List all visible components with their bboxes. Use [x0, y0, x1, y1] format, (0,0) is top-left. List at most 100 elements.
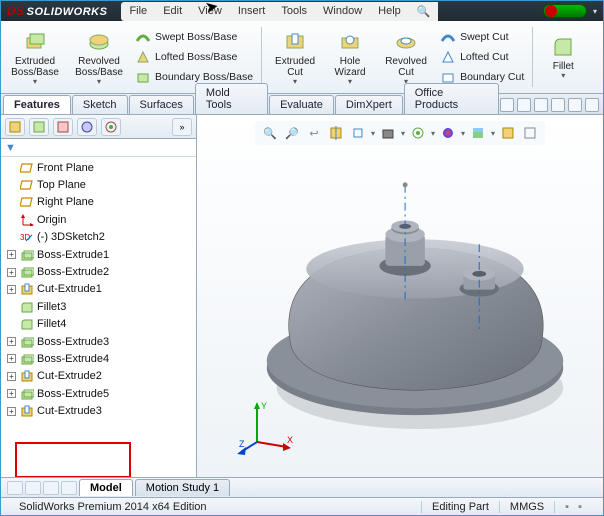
- section-view-icon[interactable]: [327, 124, 345, 142]
- tree-node[interactable]: +Boss-Extrude3: [3, 333, 196, 350]
- viewport-button[interactable]: [517, 98, 531, 112]
- expand-icon[interactable]: +: [7, 389, 16, 398]
- expand-icon[interactable]: +: [7, 337, 16, 346]
- feature-tree[interactable]: Front PlaneTop Plane Right Plane Origin3D(…: [1, 157, 196, 477]
- menu-file[interactable]: File: [121, 2, 155, 21]
- tree-node[interactable]: Top Plane: [3, 176, 196, 193]
- chevron-down-icon[interactable]: ▾: [371, 129, 375, 138]
- hole-wizard-button[interactable]: Hole Wizard ▾: [326, 23, 374, 91]
- expand-icon[interactable]: +: [7, 268, 16, 277]
- maximize-button[interactable]: [568, 98, 582, 112]
- close-button[interactable]: [585, 98, 599, 112]
- zoom-fit-icon[interactable]: 🔍: [261, 124, 279, 142]
- fm-filter-bar[interactable]: ▼: [1, 139, 196, 157]
- quick-access-dropdown-icon[interactable]: ▾: [593, 7, 597, 16]
- chevron-down-icon[interactable]: ▾: [561, 71, 565, 80]
- tab-nav-prev[interactable]: [25, 481, 41, 495]
- menu-insert[interactable]: Insert: [230, 2, 274, 21]
- tab-mold-tools[interactable]: Mold Tools: [195, 83, 268, 114]
- chevron-down-icon[interactable]: ▾: [401, 129, 405, 138]
- svg-text:X: X: [287, 435, 293, 445]
- quick-access-pill[interactable]: [543, 4, 587, 18]
- expand-icon[interactable]: +: [7, 354, 16, 363]
- tree-node[interactable]: +Boss-Extrude5: [3, 385, 196, 402]
- view-settings-icon[interactable]: [499, 124, 517, 142]
- expand-icon[interactable]: +: [7, 285, 16, 294]
- menu-help[interactable]: Help: [370, 2, 409, 21]
- menu-edit[interactable]: Edit: [155, 2, 190, 21]
- fm-tab-display[interactable]: [101, 118, 121, 136]
- tree-node[interactable]: +Boss-Extrude1: [3, 246, 196, 263]
- viewport-button[interactable]: [534, 98, 548, 112]
- menu-view[interactable]: View: [190, 2, 230, 21]
- extruded-cut-button[interactable]: Extruded Cut ▾: [268, 23, 322, 91]
- view-triad[interactable]: Y X Z: [237, 397, 297, 457]
- chevron-down-icon[interactable]: ▾: [491, 129, 495, 138]
- tab-surfaces[interactable]: Surfaces: [129, 95, 194, 114]
- chevron-down-icon[interactable]: ▾: [97, 77, 101, 86]
- tree-node[interactable]: +Cut-Extrude1: [3, 281, 196, 298]
- tree-node[interactable]: +Cut-Extrude2: [3, 368, 196, 385]
- tab-dimxpert[interactable]: DimXpert: [335, 95, 403, 114]
- tree-node[interactable]: Right Plane: [3, 194, 196, 211]
- fm-tab-tree[interactable]: [5, 118, 25, 136]
- tab-nav-next[interactable]: [43, 481, 59, 495]
- tree-node[interactable]: +Boss-Extrude4: [3, 350, 196, 367]
- tab-nav-last[interactable]: [61, 481, 77, 495]
- revolved-cut-button[interactable]: Revolved Cut ▾: [378, 23, 434, 91]
- tree-node[interactable]: Front Plane: [3, 159, 196, 176]
- prev-view-icon[interactable]: ↩: [305, 124, 323, 142]
- fm-tab-dimxpert[interactable]: [77, 118, 97, 136]
- tab-nav-first[interactable]: [7, 481, 23, 495]
- menu-window[interactable]: Window: [315, 2, 370, 21]
- lofted-boss-button[interactable]: Lofted Boss/Base: [133, 48, 255, 66]
- tree-node[interactable]: 3D(-) 3DSketch2: [3, 229, 196, 246]
- chevron-down-icon[interactable]: ▾: [293, 77, 297, 86]
- tab-motion-study[interactable]: Motion Study 1: [135, 479, 230, 496]
- fm-tab-property[interactable]: [29, 118, 49, 136]
- tab-model[interactable]: Model: [79, 479, 133, 496]
- chevron-down-icon[interactable]: ▾: [431, 129, 435, 138]
- graphics-viewport[interactable]: 🔍 🔎 ↩ ▾ ▾ ▾ ▾ ▾: [197, 115, 603, 477]
- command-tabs: Features Sketch Surfaces Mold Tools Eval…: [1, 94, 603, 115]
- tree-node[interactable]: Origin: [3, 211, 196, 228]
- scene-icon[interactable]: [469, 124, 487, 142]
- view-toolbar: 🔍 🔎 ↩ ▾ ▾ ▾ ▾ ▾: [255, 121, 545, 145]
- fillet-button[interactable]: Fillet ▾: [539, 23, 587, 91]
- status-mode: Editing Part: [421, 501, 499, 513]
- lofted-cut-button[interactable]: Lofted Cut: [438, 48, 526, 66]
- status-units[interactable]: MMGS: [499, 501, 554, 513]
- chevron-down-icon[interactable]: ▾: [33, 77, 37, 86]
- view-settings-icon[interactable]: [521, 124, 539, 142]
- display-style-icon[interactable]: [379, 124, 397, 142]
- tree-node[interactable]: Fillet3: [3, 298, 196, 315]
- expand-icon[interactable]: +: [7, 250, 16, 259]
- appearance-icon[interactable]: [439, 124, 457, 142]
- zoom-area-icon[interactable]: 🔎: [283, 124, 301, 142]
- menu-search-icon[interactable]: 🔍: [409, 2, 439, 21]
- minimize-button[interactable]: [551, 98, 565, 112]
- tree-label: Right Plane: [37, 196, 94, 208]
- menu-tools[interactable]: Tools: [273, 2, 315, 21]
- status-extras[interactable]: ▪ ▪: [554, 501, 595, 513]
- tree-node[interactable]: +Boss-Extrude2: [3, 263, 196, 280]
- fm-expand-button[interactable]: »: [172, 118, 192, 136]
- hide-show-icon[interactable]: [409, 124, 427, 142]
- tree-node[interactable]: Fillet4: [3, 316, 196, 333]
- swept-boss-button[interactable]: Swept Boss/Base: [133, 28, 255, 46]
- expand-icon[interactable]: +: [7, 407, 16, 416]
- tab-sketch[interactable]: Sketch: [72, 95, 128, 114]
- revolved-boss-button[interactable]: Revolved Boss/Base ▾: [69, 23, 129, 91]
- tab-office-products[interactable]: Office Products: [404, 83, 499, 114]
- chevron-down-icon[interactable]: ▾: [348, 77, 352, 86]
- view-orient-icon[interactable]: [349, 124, 367, 142]
- chevron-down-icon[interactable]: ▾: [461, 129, 465, 138]
- viewport-button[interactable]: [500, 98, 514, 112]
- tab-evaluate[interactable]: Evaluate: [269, 95, 334, 114]
- expand-icon[interactable]: +: [7, 372, 16, 381]
- fm-tab-config[interactable]: [53, 118, 73, 136]
- extruded-boss-button[interactable]: Extruded Boss/Base ▾: [5, 23, 65, 91]
- tree-node[interactable]: +Cut-Extrude3: [3, 402, 196, 419]
- tab-features[interactable]: Features: [3, 95, 71, 114]
- swept-cut-button[interactable]: Swept Cut: [438, 28, 526, 46]
